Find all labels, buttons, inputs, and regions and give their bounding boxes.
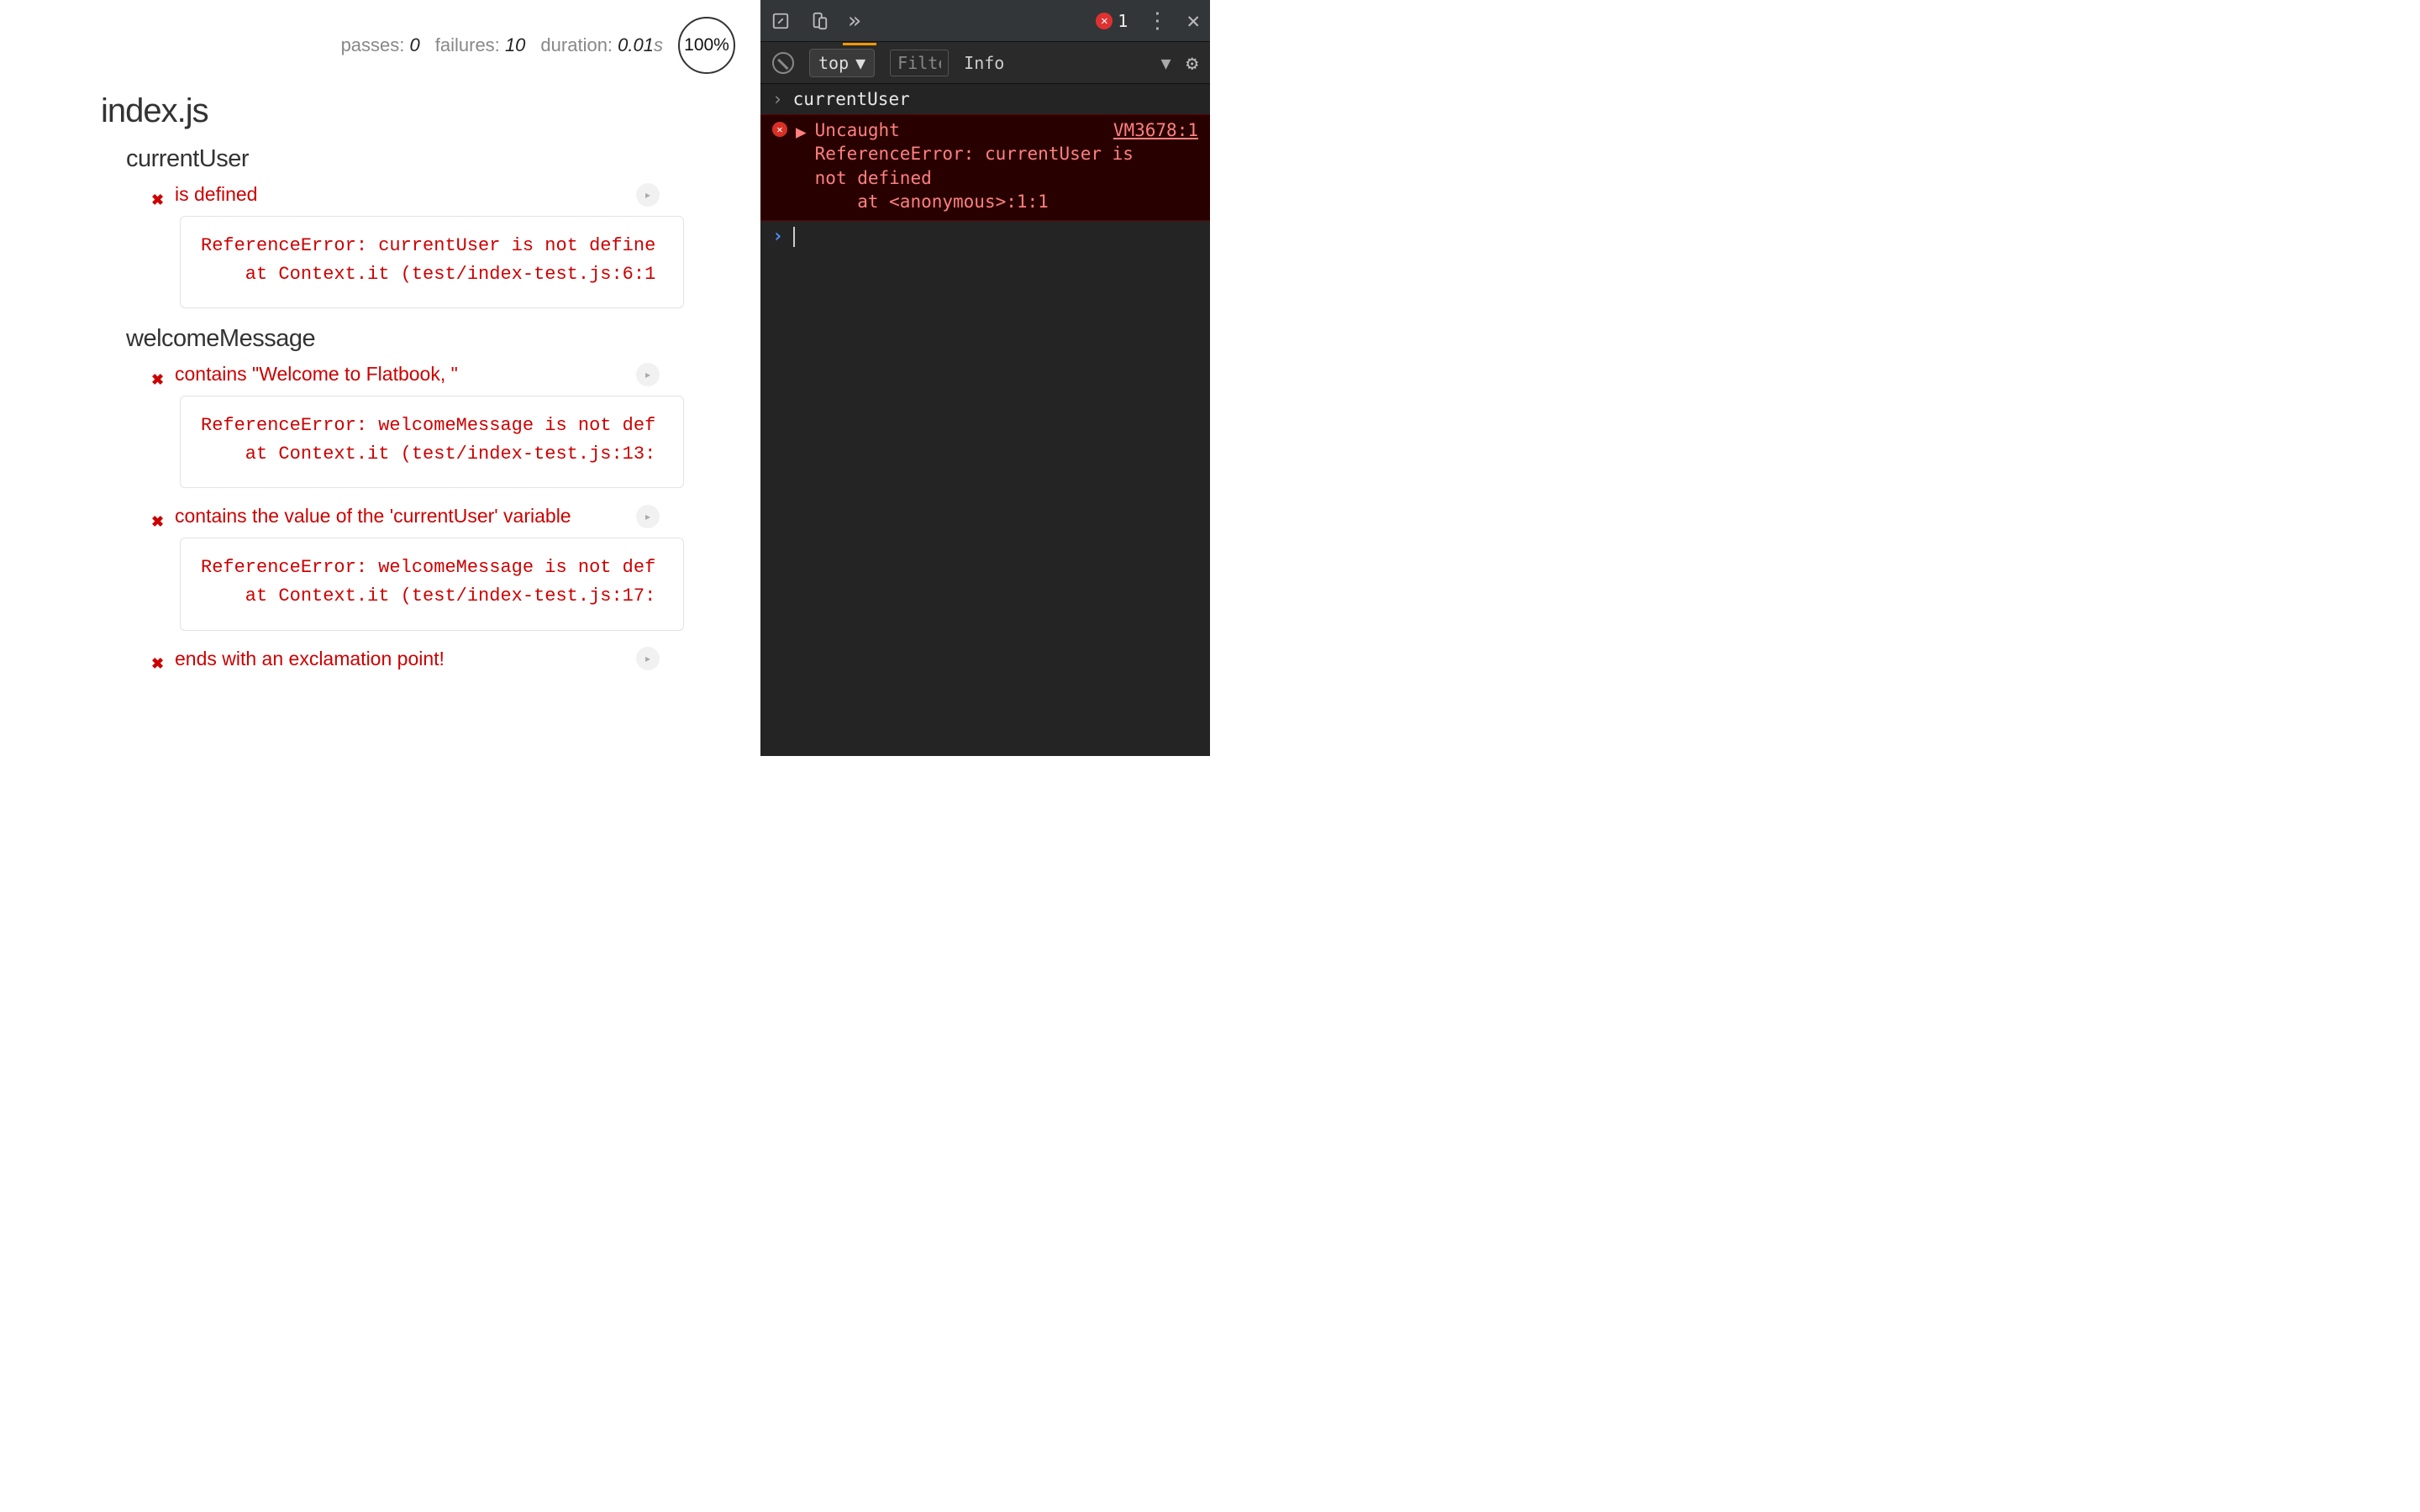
failures-stat: failures: 10 — [435, 34, 526, 56]
text-cursor — [793, 227, 795, 247]
replay-icon[interactable] — [636, 363, 660, 386]
passes-label: passes: — [341, 34, 405, 55]
suite-title[interactable]: welcomeMessage — [126, 325, 760, 353]
error-dot-icon: ✕ — [1096, 13, 1113, 29]
device-icon[interactable] — [809, 11, 829, 31]
test-fail: ends with an exclamation point! — [151, 648, 760, 670]
suite-title[interactable]: currentUser — [126, 145, 760, 173]
duration-unit: s — [654, 34, 663, 55]
chevron-down-icon[interactable]: ▼ — [1161, 53, 1171, 73]
error-count-badge[interactable]: ✕ 1 — [1096, 11, 1128, 31]
test-title: contains the value of the 'currentUser' … — [175, 505, 571, 528]
failures-value: 10 — [505, 34, 525, 55]
console-error[interactable]: ✕ ▶ Uncaught ReferenceError: currentUser… — [760, 114, 1210, 221]
test-title: contains "Welcome to Flatbook, " — [175, 363, 458, 386]
test-fail: contains the value of the 'currentUser' … — [151, 505, 760, 630]
prompt-caret-icon: › — [772, 226, 783, 247]
error-source-link[interactable]: VM3678:1 — [1113, 118, 1198, 142]
mocha-report-pane: passes: 0 failures: 10 duration: 0.01s 1… — [0, 0, 760, 756]
context-value: top — [818, 53, 849, 73]
test-title: is defined — [175, 183, 257, 206]
error-stack[interactable]: ReferenceError: currentUser is not defin… — [180, 216, 684, 308]
error-dot-icon: ✕ — [772, 122, 787, 137]
test-title: ends with an exclamation point! — [175, 648, 445, 670]
fail-icon — [151, 187, 166, 202]
error-count: 1 — [1118, 11, 1128, 31]
error-stack[interactable]: ReferenceError: welcomeMessage is not de… — [180, 538, 684, 630]
fail-icon — [151, 367, 166, 382]
chevron-down-icon: ▼ — [855, 53, 865, 73]
duration-label: duration: — [540, 34, 613, 55]
console-prompt[interactable]: › — [760, 221, 1210, 252]
input-caret-icon: › — [772, 89, 783, 109]
failures-label: failures: — [435, 34, 500, 55]
test-head[interactable]: contains "Welcome to Flatbook, " — [151, 363, 760, 386]
devtools-tabstrip: » ✕ 1 ⋮ ✕ — [760, 0, 1210, 42]
progress-value: 100% — [684, 35, 729, 55]
duration-value: 0.01 — [618, 34, 654, 55]
overflow-tabs-icon[interactable]: » — [848, 8, 861, 34]
expand-triangle-icon[interactable]: ▶ — [796, 120, 807, 213]
test-head[interactable]: is defined — [151, 183, 760, 206]
mocha-stats-bar: passes: 0 failures: 10 duration: 0.01s 1… — [341, 17, 735, 74]
duration-stat: duration: 0.01s — [540, 34, 663, 56]
passes-value: 0 — [410, 34, 420, 55]
fail-icon — [151, 651, 166, 666]
progress-indicator: 100% — [678, 17, 735, 74]
test-fail: is defined ReferenceError: currentUser i… — [151, 183, 760, 308]
filter-input[interactable] — [890, 50, 949, 76]
gear-icon[interactable]: ⚙ — [1186, 51, 1198, 75]
test-fail: contains "Welcome to Flatbook, " Referen… — [151, 363, 760, 488]
replay-icon[interactable] — [636, 183, 660, 207]
mocha-report: index.js currentUser is defined Referenc… — [0, 0, 760, 670]
root-suite-title[interactable]: index.js — [101, 92, 760, 130]
inspect-icon[interactable] — [771, 11, 791, 31]
echo-text: currentUser — [793, 89, 910, 109]
test-head[interactable]: contains the value of the 'currentUser' … — [151, 505, 760, 528]
kebab-menu-icon[interactable]: ⋮ — [1146, 8, 1168, 34]
passes-stat: passes: 0 — [341, 34, 420, 56]
console-toolbar: top ▼ Info ▼ ⚙ — [760, 42, 1210, 84]
clear-console-icon[interactable] — [772, 52, 794, 74]
fail-icon — [151, 509, 166, 524]
replay-icon[interactable] — [636, 647, 660, 670]
error-stack[interactable]: ReferenceError: welcomeMessage is not de… — [180, 396, 684, 488]
test-head[interactable]: ends with an exclamation point! — [151, 648, 760, 670]
log-level-label[interactable]: Info — [964, 53, 1004, 73]
devtools-pane: » ✕ 1 ⋮ ✕ top ▼ Info ▼ ⚙ › currentUser ✕… — [760, 0, 1210, 756]
console-body: › currentUser ✕ ▶ Uncaught ReferenceErro… — [760, 84, 1210, 756]
close-icon[interactable]: ✕ — [1186, 8, 1200, 34]
console-input-echo[interactable]: › currentUser — [760, 84, 1210, 114]
replay-icon[interactable] — [636, 505, 660, 528]
context-selector[interactable]: top ▼ — [809, 49, 875, 77]
